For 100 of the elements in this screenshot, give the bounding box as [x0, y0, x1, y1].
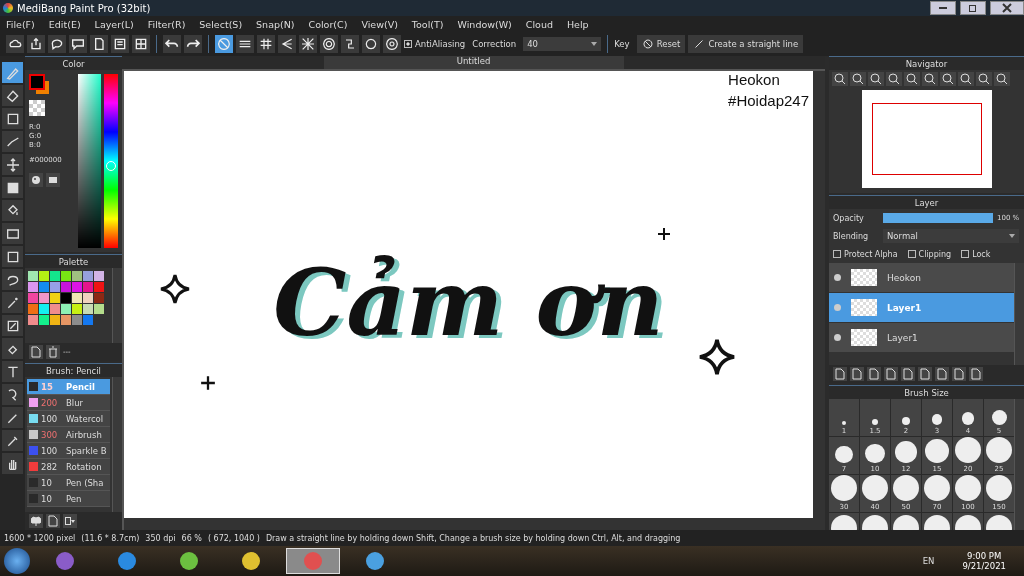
palette-swatch[interactable] — [39, 271, 49, 281]
checkbox[interactable] — [907, 250, 916, 258]
new-page-icon[interactable] — [46, 514, 60, 528]
palette-swatch[interactable] — [94, 304, 104, 314]
visibility-icon[interactable] — [834, 274, 841, 281]
menu-item[interactable]: View(V) — [361, 18, 398, 30]
hue-slider[interactable] — [104, 74, 118, 248]
menu-item[interactable]: Snap(N) — [256, 18, 295, 30]
brush-item[interactable]: 300 Airbrush — [27, 427, 110, 443]
layer-action-icon[interactable] — [884, 367, 898, 381]
palette-swatch[interactable] — [83, 315, 93, 325]
undo-icon[interactable] — [163, 35, 181, 53]
tool-icon[interactable] — [2, 430, 23, 451]
zoom-icon[interactable] — [868, 72, 884, 86]
share-icon[interactable] — [27, 35, 45, 53]
cloud-upload-icon[interactable] — [29, 514, 43, 528]
new-page-icon[interactable] — [29, 345, 43, 359]
palette-swatch[interactable] — [39, 304, 49, 314]
move-tool-icon[interactable] — [2, 154, 23, 175]
palette-swatch[interactable] — [50, 271, 60, 281]
color-swatches-icon[interactable] — [29, 74, 51, 96]
cloud-icon[interactable] — [6, 35, 24, 53]
menu-item[interactable]: Filter(R) — [147, 18, 186, 30]
layer-item[interactable]: Layer1 — [829, 323, 1014, 353]
snap-icon[interactable] — [320, 35, 338, 53]
trash-icon[interactable] — [46, 345, 60, 359]
tool-icon[interactable] — [2, 338, 23, 359]
snap-icon[interactable] — [362, 35, 380, 53]
tool-icon[interactable] — [2, 315, 23, 336]
layer-action-icon[interactable] — [867, 367, 881, 381]
layer-action-icon[interactable] — [833, 367, 847, 381]
layer-action-icon[interactable] — [918, 367, 932, 381]
scrollbar[interactable] — [112, 377, 122, 512]
palette-swatch[interactable] — [39, 315, 49, 325]
snap-icon[interactable] — [299, 35, 317, 53]
start-button[interactable] — [4, 548, 30, 574]
zoom-icon[interactable] — [922, 72, 938, 86]
menu-item[interactable]: Layer(L) — [94, 18, 134, 30]
palette-swatch[interactable] — [94, 271, 104, 281]
palette-swatch[interactable] — [50, 282, 60, 292]
speech-bubble-icon[interactable] — [48, 35, 66, 53]
layer-item[interactable]: Heokon — [829, 263, 1014, 293]
redo-icon[interactable] — [184, 35, 202, 53]
brush-item[interactable]: 100 Watercol — [27, 411, 110, 427]
tool-icon[interactable] — [2, 108, 23, 129]
snap-icon[interactable] — [236, 35, 254, 53]
tool-icon[interactable] — [2, 246, 23, 267]
zoom-icon[interactable] — [940, 72, 956, 86]
zoom-icon[interactable] — [994, 72, 1010, 86]
palette-swatch[interactable] — [61, 271, 71, 281]
palette-swatch[interactable] — [72, 315, 82, 325]
comment-icon[interactable] — [69, 35, 87, 53]
tool-icon[interactable] — [2, 384, 23, 405]
text-tool-icon[interactable] — [2, 361, 23, 382]
zoom-icon[interactable] — [832, 72, 848, 86]
minimize-button[interactable] — [930, 1, 956, 15]
tool-icon[interactable] — [2, 407, 23, 428]
scrollbar[interactable] — [813, 71, 825, 518]
palette-swatch[interactable] — [94, 282, 104, 292]
palette-swatch[interactable] — [39, 293, 49, 303]
palette-swatch[interactable] — [61, 315, 71, 325]
tool-icon[interactable] — [2, 200, 23, 221]
menu-item[interactable]: File(F) — [6, 18, 35, 30]
palette-swatch[interactable] — [72, 282, 82, 292]
correction-dropdown[interactable]: 40 — [523, 37, 602, 51]
visibility-icon[interactable] — [834, 334, 841, 341]
menu-item[interactable]: Color(C) — [308, 18, 348, 30]
dropdown-icon[interactable] — [63, 514, 77, 528]
menu-item[interactable]: Window(W) — [457, 18, 512, 30]
navigator-preview[interactable] — [861, 90, 992, 188]
palette-swatch[interactable] — [61, 293, 71, 303]
palette-swatch[interactable] — [94, 293, 104, 303]
scrollbar[interactable] — [1014, 263, 1024, 365]
menu-item[interactable]: Edit(E) — [48, 18, 81, 30]
zoom-icon[interactable] — [850, 72, 866, 86]
reset-button[interactable]: Reset — [636, 35, 686, 53]
saturation-value-field[interactable] — [78, 74, 102, 248]
close-button[interactable] — [990, 1, 1024, 15]
brush-item[interactable]: 282 Rotation — [27, 459, 110, 475]
snap-icon[interactable] — [278, 35, 296, 53]
palette-swatch[interactable] — [28, 304, 38, 314]
checkbox[interactable] — [961, 250, 970, 258]
palette-swatch[interactable] — [72, 293, 82, 303]
palette-swatch[interactable] — [28, 271, 38, 281]
brush-item[interactable]: 100 Sparkle B — [27, 443, 110, 459]
palette-swatch[interactable] — [39, 282, 49, 292]
antialiasing-checkbox[interactable] — [404, 40, 412, 48]
transparent-swatch[interactable] — [29, 100, 45, 116]
palette-swatch[interactable] — [50, 293, 60, 303]
scrollbar[interactable] — [112, 268, 122, 343]
canvas-tab[interactable]: Untitled — [323, 56, 624, 69]
hand-tool-icon[interactable] — [2, 453, 23, 474]
layer-action-icon[interactable] — [901, 367, 915, 381]
zoom-icon[interactable] — [958, 72, 974, 86]
snap-icon[interactable] — [257, 35, 275, 53]
layer-action-icon[interactable] — [935, 367, 949, 381]
opacity-slider[interactable] — [883, 213, 993, 223]
list-icon[interactable] — [111, 35, 129, 53]
grid-icon[interactable] — [132, 35, 150, 53]
palette-swatch[interactable] — [72, 304, 82, 314]
